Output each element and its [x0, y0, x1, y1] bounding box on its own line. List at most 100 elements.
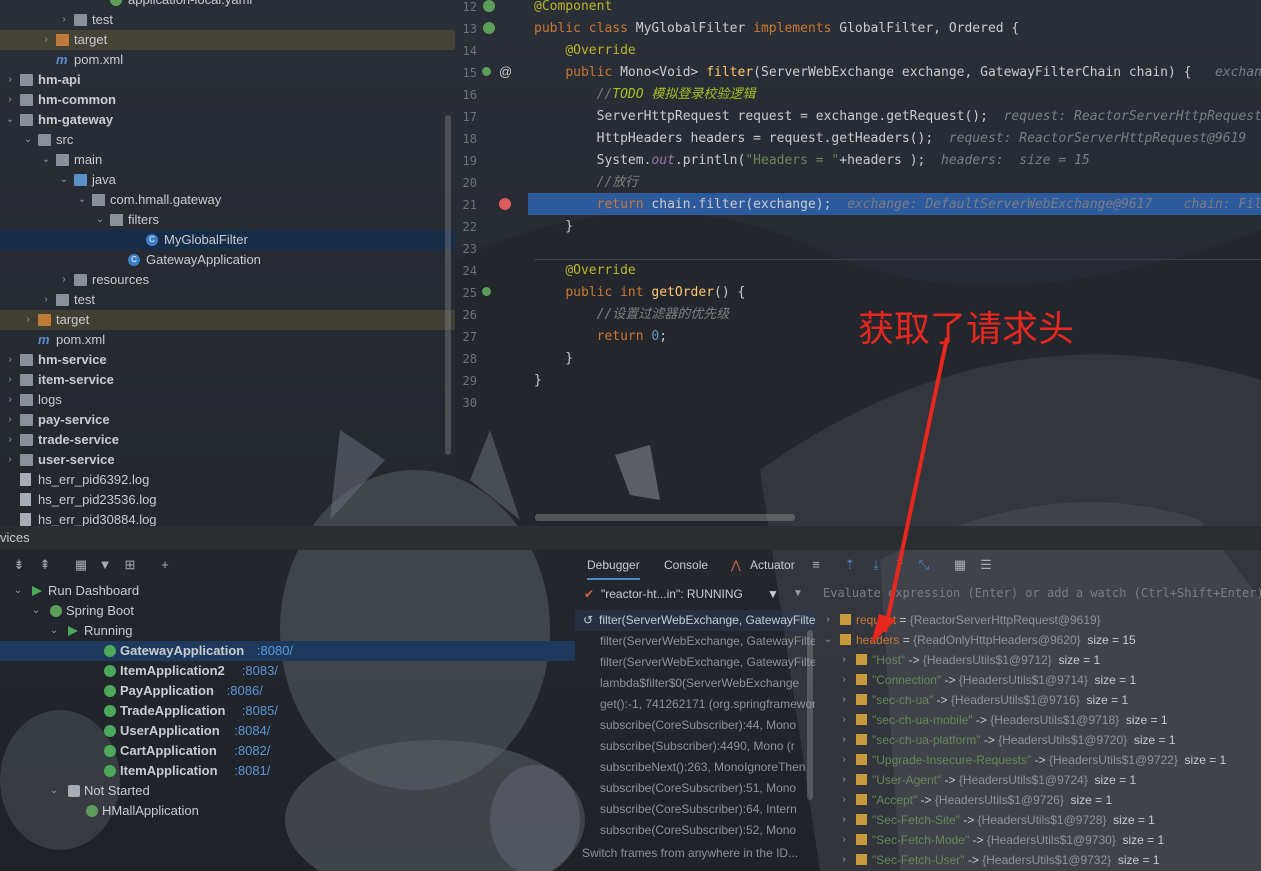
tree-item[interactable]: ⌄ hm-gateway [0, 110, 455, 130]
code-line[interactable]: //TODO 模拟登录校验逻辑 [534, 84, 756, 106]
chevron-down-icon[interactable]: ▼ [793, 582, 803, 606]
override-marker-icon[interactable] [482, 67, 491, 76]
evaluate-input[interactable]: Evaluate expression (Enter) or add a wat… [823, 586, 1261, 600]
service-port-link[interactable]: :8083/ [242, 661, 278, 681]
chevron-right-icon[interactable]: › [838, 850, 850, 870]
evaluate-icon[interactable]: ▦ [953, 558, 967, 572]
service-item[interactable]: TradeApplication:8085/ [0, 701, 575, 721]
tree-item[interactable]: › pay-service [0, 410, 455, 430]
tree-item[interactable]: › target [0, 310, 455, 330]
chevron-down-icon[interactable]: ⌄ [76, 190, 88, 210]
code-line[interactable]: //放行 [534, 172, 639, 194]
tree-item[interactable]: › logs [0, 390, 455, 410]
chevron-right-icon[interactable]: › [838, 770, 850, 790]
tree-item[interactable]: › hm-api [0, 70, 455, 90]
chevron-right-icon[interactable]: › [58, 10, 70, 30]
breakpoint-icon[interactable] [499, 198, 511, 210]
tree-item[interactable]: ⌄ filters [0, 210, 455, 230]
add-icon[interactable]: + [158, 558, 172, 572]
filter-icon[interactable]: ▼ [767, 582, 779, 606]
chevron-right-icon[interactable]: › [4, 410, 16, 430]
service-item[interactable]: ⌄ Not Started [0, 781, 575, 801]
chevron-down-icon[interactable]: ⌄ [4, 110, 16, 130]
chevron-right-icon[interactable]: › [838, 710, 850, 730]
chevron-right-icon[interactable]: › [4, 70, 16, 90]
annotation-at-icon[interactable]: @ [499, 64, 512, 79]
tree-item[interactable]: › hm-common [0, 90, 455, 110]
project-scrollbar[interactable] [445, 115, 451, 455]
chevron-down-icon[interactable]: ⌄ [22, 130, 34, 150]
chevron-right-icon[interactable]: › [838, 650, 850, 670]
service-port-link[interactable]: :8086/ [227, 681, 263, 701]
tree-item[interactable]: › trade-service [0, 430, 455, 450]
variable-row[interactable]: › "Sec-Fetch-User" -> {HeadersUtils$1@973… [815, 850, 1261, 870]
tree-item[interactable]: › item-service [0, 370, 455, 390]
override-marker-icon[interactable] [482, 287, 491, 296]
code-line[interactable]: } [534, 216, 573, 238]
variable-row[interactable]: › "Connection" -> {HeadersUtils$1@9714} s… [815, 670, 1261, 690]
tree-item[interactable]: m pom.xml [0, 330, 455, 350]
chevron-right-icon[interactable]: › [40, 30, 52, 50]
step-out-icon[interactable]: ⤡ [917, 558, 931, 572]
stack-frame[interactable]: subscribe(CoreSubscriber):51, Mono [575, 778, 815, 799]
step-into-icon[interactable]: ⤒ [893, 558, 907, 572]
variable-row[interactable]: › request = {ReactorServerHttpRequest@961… [815, 610, 1261, 630]
code-line[interactable]: System.out.println("Headers = "+headers … [534, 150, 1090, 172]
code-line[interactable]: ServerHttpRequest request = exchange.get… [534, 106, 1261, 128]
chevron-right-icon[interactable]: › [4, 390, 16, 410]
service-port-link[interactable]: :8081/ [234, 761, 270, 781]
tree-item[interactable]: › test [0, 290, 455, 310]
tab-debugger[interactable]: Debugger [587, 550, 640, 580]
group-icon[interactable]: ▦ [74, 558, 88, 572]
code-editor[interactable]: 12 13 14 15 16 17 18 19 20 21 22 23 24 25 26 27 28 29 30 @… [455, 0, 1261, 526]
code-line[interactable]: public int getOrder() { [534, 282, 745, 304]
tree-item[interactable]: › test [0, 10, 455, 30]
chevron-right-icon[interactable]: › [822, 610, 834, 630]
menu-icon[interactable]: ≡ [809, 558, 823, 572]
chevron-right-icon[interactable]: › [838, 690, 850, 710]
code-line[interactable]: public Mono<Void> filter(ServerWebExchan… [534, 62, 1261, 84]
service-item[interactable]: GatewayApplication:8080/ [0, 641, 575, 661]
code-line[interactable]: //设置过滤器的优先级 [534, 304, 730, 326]
code-line[interactable]: @Component [534, 0, 612, 18]
service-item[interactable]: PayApplication:8086/ [0, 681, 575, 701]
service-port-link[interactable]: :8080/ [257, 641, 293, 661]
tree-item[interactable]: ⌄ src [0, 130, 455, 150]
chevron-right-icon[interactable]: › [838, 810, 850, 830]
tree-item[interactable]: ⌄ main [0, 150, 455, 170]
tree-item[interactable]: hs_err_pid6392.log [0, 470, 455, 490]
tree-item[interactable]: ⌄ com.hmall.gateway [0, 190, 455, 210]
service-item[interactable]: ItemApplication2:8083/ [0, 661, 575, 681]
chevron-right-icon[interactable]: › [4, 430, 16, 450]
tree-item[interactable]: C MyGlobalFilter [0, 230, 455, 250]
show-execution-point-icon[interactable]: ⇡ [843, 558, 857, 572]
editor-horizontal-scrollbar[interactable] [535, 514, 795, 521]
collapse-all-icon[interactable]: ⇞ [38, 558, 52, 572]
filter-icon[interactable]: ▼ [98, 558, 112, 572]
tab-actuator[interactable]: Actuator [750, 550, 795, 580]
variable-row[interactable]: › "User-Agent" -> {HeadersUtils$1@9724} s… [815, 770, 1261, 790]
service-item[interactable]: ItemApplication:8081/ [0, 761, 575, 781]
service-item[interactable]: ⌄ Run Dashboard [0, 581, 575, 601]
variable-row[interactable]: › "Host" -> {HeadersUtils$1@9712} size = … [815, 650, 1261, 670]
chevron-right-icon[interactable]: › [4, 90, 16, 110]
code-line[interactable]: public class MyGlobalFilter implements G… [534, 18, 1019, 40]
stack-frame[interactable]: subscribe(CoreSubscriber):52, Mono [575, 820, 815, 841]
tree-item[interactable]: ⌄ java [0, 170, 455, 190]
chevron-right-icon[interactable]: › [40, 290, 52, 310]
code-line[interactable]: return chain.filter(exchange); exchange:… [534, 194, 1261, 216]
variable-row[interactable]: › "sec-ch-ua-platform" -> {HeadersUtils$1… [815, 730, 1261, 750]
service-item[interactable]: CartApplication:8082/ [0, 741, 575, 761]
variable-row[interactable]: › "Upgrade-Insecure-Requests" -> {Headers… [815, 750, 1261, 770]
stack-frame[interactable]: ↺ filter(ServerWebExchange, GatewayFilter… [575, 610, 815, 631]
chevron-down-icon[interactable]: ⌄ [12, 581, 24, 601]
chevron-right-icon[interactable]: › [22, 310, 34, 330]
tree-item[interactable]: hs_err_pid23536.log [0, 490, 455, 510]
chevron-right-icon[interactable]: › [58, 270, 70, 290]
chevron-right-icon[interactable]: › [4, 450, 16, 470]
tree-item[interactable]: C GatewayApplication [0, 250, 455, 270]
variable-row[interactable]: › "sec-ch-ua-mobile" -> {HeadersUtils$1@9… [815, 710, 1261, 730]
spring-bean-icon[interactable] [483, 22, 495, 34]
service-item[interactable]: HMallApplication [0, 801, 575, 821]
chevron-down-icon[interactable]: ⌄ [40, 150, 52, 170]
